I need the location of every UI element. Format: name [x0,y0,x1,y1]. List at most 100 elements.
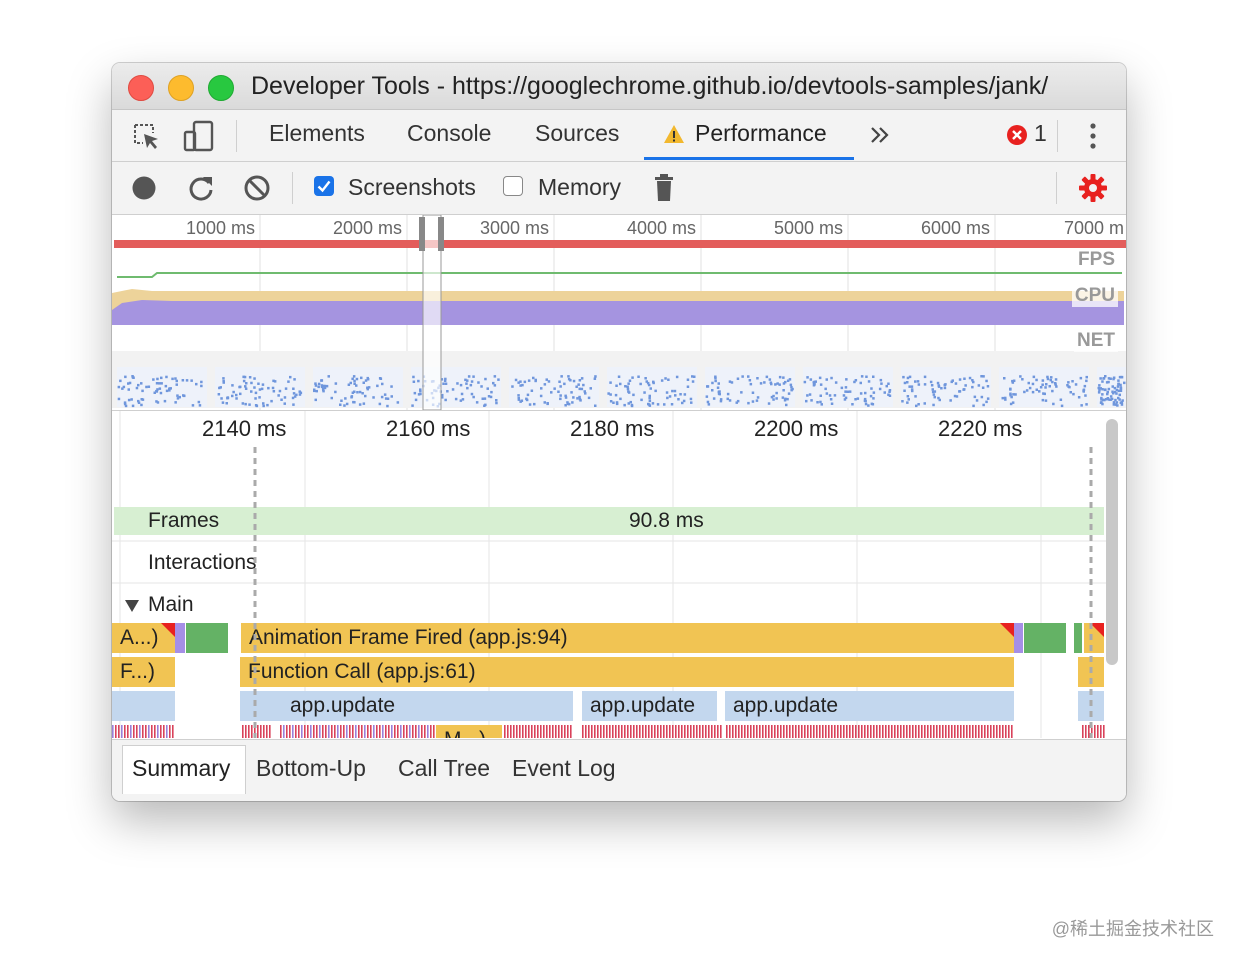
chevron-double-right-icon[interactable] [869,125,891,145]
thumbnail-dot [748,379,752,382]
tab-call-tree[interactable]: Call Tree [398,755,490,782]
net-label: NET [1074,330,1118,352]
thumbnail-dot [217,393,221,396]
memory-label[interactable]: Memory [538,174,621,201]
flame-chart[interactable]: 2140 ms 2160 ms 2180 ms 2200 ms 2220 ms … [112,411,1126,738]
thumbnail-dot [654,389,657,393]
thumbnail-dot [270,399,273,403]
settings-gear-icon[interactable] [1078,173,1108,203]
thumbnail-dot [497,378,500,381]
zoom-window-button[interactable] [208,75,234,101]
thumbnail-dot [175,383,178,386]
thumbnail-dot [1052,402,1055,406]
tab-sources[interactable]: Sources [535,120,619,147]
thumbnail-dot [932,403,935,407]
thumbnail-dot [759,382,763,385]
fps-label: FPS [1075,249,1118,271]
tab-performance[interactable]: Performance [695,120,827,147]
reload-icon[interactable] [187,174,215,202]
thumbnail-dot [456,382,459,385]
tabbar-separator [236,120,237,152]
thumbnail-dot [314,398,317,402]
tab-event-log[interactable]: Event Log [512,755,616,782]
thumbnail-dot [663,403,666,406]
thumbnail-dot [609,400,613,403]
thumbnail-dot [260,387,264,391]
thumbnail-dot [141,389,144,393]
overview-tick: 5000 ms [773,218,843,238]
thumbnail-dot [379,377,383,380]
thumbnail-dot [880,382,883,385]
thumbnail-dot [931,390,935,394]
timeline-overview[interactable]: 1000 ms 2000 ms 3000 ms 4000 ms 5000 ms … [112,215,1126,411]
thumbnail-dot [674,394,677,397]
thumbnail-dot [644,377,647,380]
thumbnail-dot [805,399,808,403]
kebab-menu-icon[interactable] [1086,121,1100,151]
thumbnail-dot [413,391,417,395]
thumbnail-dot [174,377,177,380]
thumbnail-dot [239,385,242,389]
overview-tick: 6000 ms [920,218,990,238]
thumbnail-dot [719,399,723,403]
thumbnail-dot [872,391,876,394]
thumbnail-dot [915,404,918,408]
thumbnail-dot [459,383,463,387]
thumbnail-dot [454,397,458,401]
screenshots-checkbox[interactable] [314,176,334,196]
thumbnail-dot [879,378,883,382]
thumbnail-dot [1104,388,1107,391]
thumbnail-dot [1082,390,1085,393]
thumbnail-dot [492,381,495,385]
thumbnail-dot [786,397,789,401]
thumbnail-dot [769,381,773,384]
thumbnail-dot [854,379,858,382]
thumbnail-dot [1118,393,1121,397]
thumbnail-dot [1060,404,1064,408]
thumbnail-dot [334,382,338,385]
thumbnail-dot [277,394,280,397]
tab-bottom-up[interactable]: Bottom-Up [256,755,366,782]
thumbnail-dot [131,375,134,378]
minimize-window-button[interactable] [168,75,194,101]
thumbnail-dot [749,382,753,386]
error-icon[interactable] [1006,124,1028,146]
thumbnail-dot [1079,376,1083,380]
window-title: Developer Tools - https://googlechrome.g… [251,72,1049,100]
thumbnail-dot [364,394,367,398]
thumbnail-dot [782,376,785,379]
thumbnail-dot [816,401,819,404]
inspect-element-icon[interactable] [132,122,162,152]
thumbnail-dot [283,396,287,399]
thumbnail-dot [828,394,832,397]
thumbnail-dot [854,398,857,401]
record-icon[interactable] [131,175,157,201]
device-toolbar-icon[interactable] [182,119,216,153]
clear-icon[interactable] [243,174,271,202]
thumbnail-dot [593,377,597,380]
tab-console[interactable]: Console [407,120,491,147]
thumbnail-dot [623,403,626,407]
thumbnail-dot [1019,375,1022,378]
tab-elements[interactable]: Elements [269,120,365,147]
thumbnail-dot [716,386,720,389]
error-count[interactable]: 1 [1034,120,1047,147]
thumbnail-dot [466,379,469,382]
thumbnail-dot [248,376,252,379]
thumbnail-dot [626,385,629,388]
screenshots-label[interactable]: Screenshots [348,174,476,201]
thumbnail-dot [380,395,384,399]
thumbnail-dot [982,375,985,378]
thumbnail-dot [1011,381,1015,384]
close-window-button[interactable] [128,75,154,101]
trash-icon[interactable] [653,173,675,203]
thumbnail-dot [362,381,365,384]
tab-summary[interactable]: Summary [132,755,230,782]
thumbnail-dot [1109,395,1113,398]
flame-scrollbar[interactable] [1106,419,1118,665]
thumbnail-dot [534,379,537,383]
memory-checkbox[interactable] [503,176,523,196]
thumbnail-dot [594,375,597,378]
thumbnail-dot [343,404,346,407]
thumbnail-dot [262,402,265,405]
